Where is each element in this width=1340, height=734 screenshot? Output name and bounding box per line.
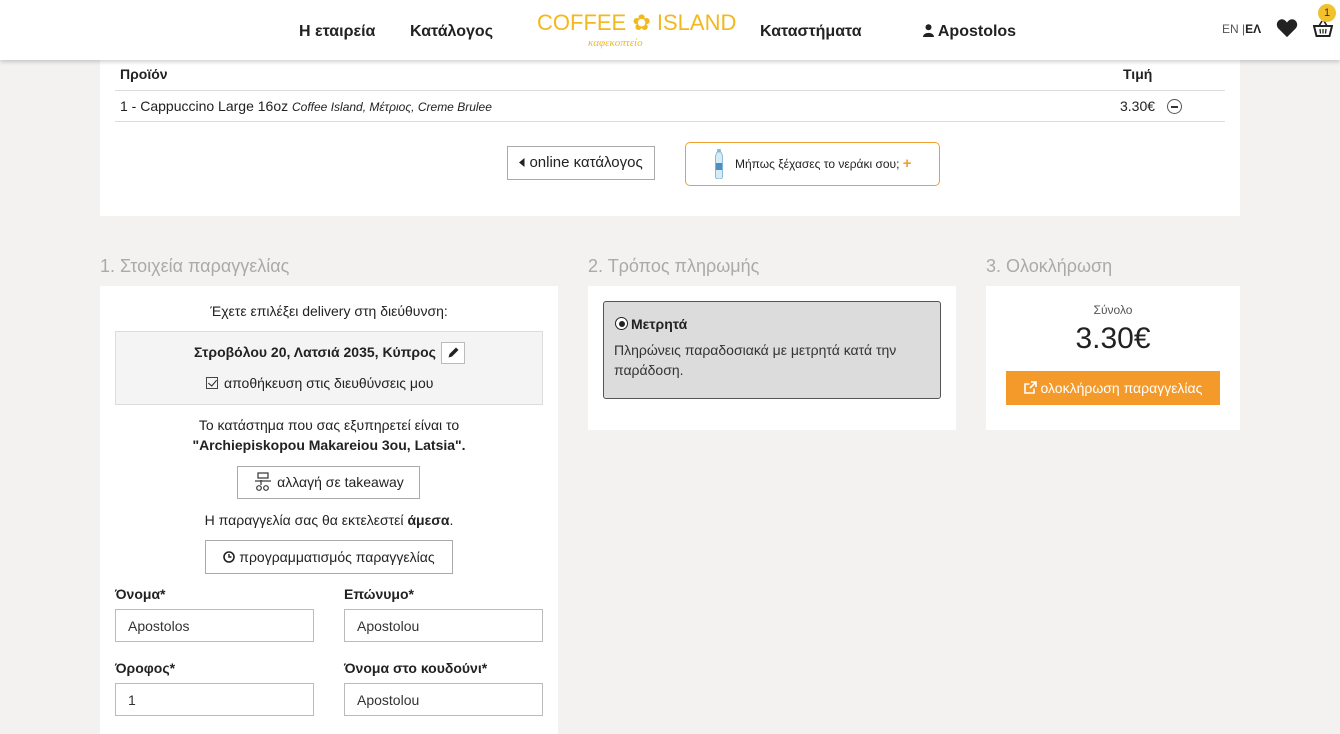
divider — [115, 121, 1225, 122]
execution-timing: άμεσα — [407, 512, 450, 528]
plus-icon: + — [902, 155, 912, 172]
nav-catalog[interactable]: Κατάλογος — [410, 23, 493, 41]
execution-note: Η παραγγελία σας θα εκτελεστεί άμεσα. — [100, 512, 558, 528]
remove-item-icon[interactable] — [1167, 99, 1182, 114]
add-water-label: Μήπως ξέχασες το νεράκι σου; — [735, 157, 900, 171]
basket-icon[interactable] — [1313, 19, 1333, 39]
cart-item-details: Coffee Island, Μέτριος, Creme Brulee — [292, 100, 492, 114]
online-catalog-button[interactable]: online κατάλογος — [507, 146, 655, 180]
last-name-input[interactable] — [344, 609, 543, 642]
payment-option-title: Μετρητά — [631, 316, 688, 332]
coffee-island-logo[interactable]: COFFEE ✿ ISLAND καφεκοπτείο — [537, 10, 736, 52]
section-title-details: 1. Στοιχεία παραγγελίας — [100, 256, 290, 276]
schedule-order-button[interactable]: προγραμματισμός παραγγελίας — [205, 540, 453, 574]
address-box: Στροβόλου 20, Λατσιά 2035, Κύπρος αποθήκ… — [115, 331, 543, 405]
lang-en[interactable]: EN — [1222, 22, 1239, 36]
nav-user[interactable]: Apostolos — [923, 23, 1016, 41]
first-name-label: Όνομα* — [115, 586, 166, 602]
doorbell-input[interactable] — [344, 683, 543, 716]
payment-card: Μετρητά Πληρώνεις παραδοσιακά με μετρητά… — [588, 286, 956, 430]
clock-icon — [223, 551, 236, 563]
switch-takeaway-label: αλλαγή σε takeaway — [277, 474, 404, 490]
user-name: Apostolos — [937, 23, 1017, 40]
lang-el[interactable]: ΕΛ — [1245, 22, 1261, 36]
cart-item: 1 - Cappuccino Large 16oz Coffee Island,… — [120, 98, 492, 114]
switch-takeaway-button[interactable]: αλλαγή σε takeaway — [237, 466, 420, 499]
save-address-checkbox[interactable]: αποθήκευση στις διευθύνσεις μου — [206, 375, 433, 391]
schedule-order-label: προγραμματισμός παραγγελίας — [239, 549, 435, 565]
payment-option-description: Πληρώνεις παραδοσιακά με μετρητά κατά τη… — [614, 342, 897, 378]
water-bottle-icon — [715, 149, 723, 179]
total-value: 3.30€ — [1075, 322, 1151, 355]
user-icon — [923, 24, 934, 37]
add-water-button[interactable]: Μήπως ξέχασες το νεράκι σου; + — [685, 142, 940, 186]
caret-left-icon — [519, 158, 525, 167]
checkbox-checked-icon[interactable] — [206, 377, 218, 389]
floor-label: Όροφος* — [115, 660, 176, 676]
floor-input[interactable] — [115, 683, 314, 716]
online-catalog-label: online κατάλογος — [529, 154, 643, 171]
checkout-card: Σύνολο 3.30€ ολοκλήρωση παραγγελίας — [986, 286, 1240, 430]
cart-item-name: 1 - Cappuccino Large 16oz — [120, 98, 289, 114]
pencil-icon — [448, 347, 459, 358]
logo-text: COFFEE ✿ ISLAND — [537, 10, 737, 35]
complete-order-button[interactable]: ολοκλήρωση παραγγελίας — [1006, 371, 1220, 405]
heart-icon[interactable] — [1276, 18, 1298, 38]
nav-company[interactable]: Η εταιρεία — [299, 23, 375, 41]
first-name-input[interactable] — [115, 609, 314, 642]
col-product-header: Προϊόν — [120, 66, 168, 82]
radio-selected-icon[interactable] — [615, 317, 628, 330]
payment-option-cash[interactable]: Μετρητά Πληρώνεις παραδοσιακά με μετρητά… — [603, 301, 941, 399]
delivery-address: Στροβόλου 20, Λατσιά 2035, Κύπρος — [194, 344, 436, 360]
order-details-card: Έχετε επιλέξει delivery στη διεύθυνση: Σ… — [100, 286, 558, 734]
store-intro: Το κατάστημα που σας εξυπηρετεί είναι το — [198, 417, 460, 433]
doorbell-label: Όνομα στο κουδούνι* — [344, 660, 488, 676]
order-summary: Προϊόν Τιμή 1 - Cappuccino Large 16oz Co… — [100, 60, 1240, 216]
cart-count-badge: 1 — [1318, 4, 1336, 22]
section-title-complete: 3. Ολοκλήρωση — [986, 256, 1113, 276]
total-label: Σύνολο — [1093, 303, 1133, 317]
execution-prefix: Η παραγγελία σας θα εκτελεστεί — [204, 512, 408, 528]
col-price-header: Τιμή — [1123, 66, 1153, 82]
takeaway-icon — [255, 472, 272, 491]
complete-order-label: ολοκλήρωση παραγγελίας — [1040, 380, 1203, 396]
divider — [115, 90, 1225, 91]
store-name: "Archiepiskopou Makareiou 3ou, Latsia". — [192, 437, 466, 453]
cart-item-price: 3.30€ — [1120, 98, 1156, 114]
logo-subtitle: καφεκοπτείο — [588, 37, 643, 49]
external-link-icon — [1023, 381, 1037, 394]
delivery-intro: Έχετε επιλέξει delivery στη διεύθυνση: — [210, 303, 448, 319]
execution-suffix: . — [449, 512, 454, 528]
site-header: Η εταιρεία Κατάλογος COFFEE ✿ ISLAND καφ… — [0, 0, 1340, 60]
language-switcher: EN |ΕΛ — [1222, 22, 1261, 36]
last-name-label: Επώνυμο* — [344, 586, 414, 602]
section-title-payment: 2. Τρόπος πληρωμής — [588, 256, 760, 276]
save-address-label: αποθήκευση στις διευθύνσεις μου — [224, 375, 434, 391]
nav-stores[interactable]: Καταστήματα — [760, 23, 862, 41]
edit-address-button[interactable] — [441, 342, 465, 364]
